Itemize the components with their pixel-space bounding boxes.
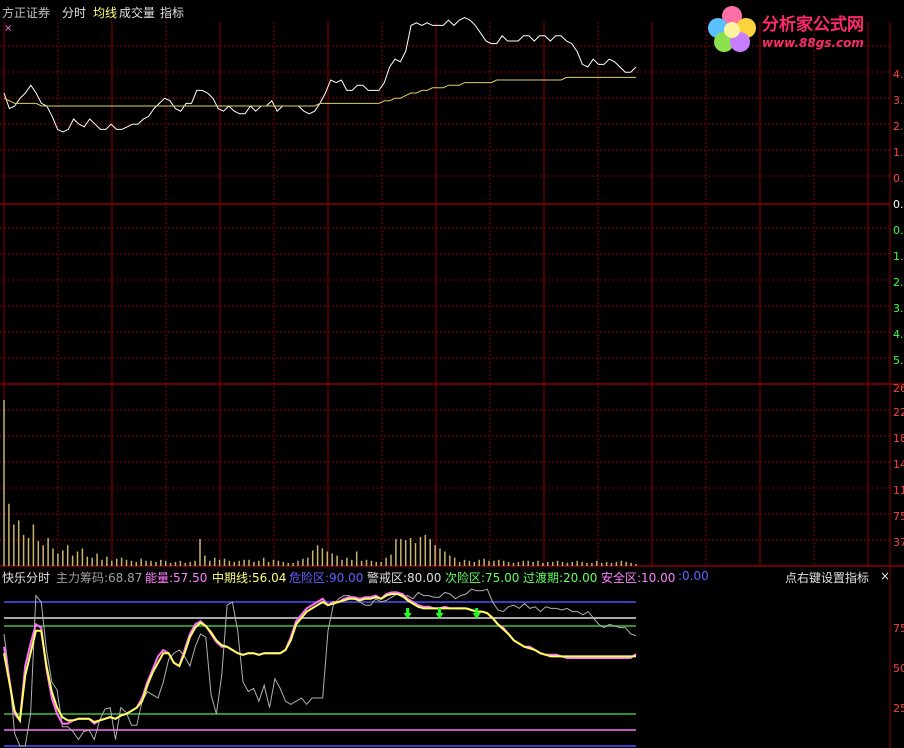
tab-volume[interactable]: 成交量	[119, 4, 155, 21]
price-axis-label: 4.	[893, 328, 904, 341]
broker-name: 方正证券	[2, 6, 51, 20]
tab-moving-average[interactable]: 均线	[93, 4, 117, 21]
watermark-url: www.88gs.com	[762, 36, 864, 50]
price-axis-label: 1.	[893, 250, 904, 263]
volume-axis-label: 26	[893, 382, 904, 395]
tab-intraday[interactable]: 分时	[62, 4, 86, 21]
price-axis-label: 0.	[893, 224, 904, 237]
indicator-name[interactable]: 快乐分时	[2, 569, 50, 586]
tab-indicator[interactable]: 指标	[160, 4, 184, 21]
legend-zero: :0.00	[678, 569, 709, 583]
price-axis-label: 5.	[893, 354, 904, 367]
price-axis-label: 3.	[893, 94, 904, 107]
price-axis-label: 3.	[893, 302, 904, 315]
volume-axis-label: 18	[893, 432, 904, 445]
chart-canvas[interactable]: 4. 3. 2. 1. 0. 0. 0. 1. 2. 3. 4. 5. 26 22 18 14 11 75 37 75…	[0, 0, 904, 748]
price-axis-label: 0.	[893, 172, 904, 185]
series-line-主力筹码	[3, 588, 637, 747]
legend-transition: 过渡期:20.00	[523, 571, 598, 585]
price-axis-label: 2.	[893, 120, 904, 133]
indicator-axis-label: 50	[893, 662, 904, 675]
price-panel-close-icon[interactable]: ×	[4, 23, 12, 34]
price-axis-label: 0.	[893, 198, 904, 211]
price-axis-label: 4.	[893, 68, 904, 81]
set-indicator-hint[interactable]: 点右键设置指标	[785, 569, 869, 586]
volume-axis-label: 14	[893, 458, 904, 471]
indicator-axis-label: 25	[893, 702, 904, 715]
legend-alert-zone: 警戒区:80.00	[367, 571, 442, 585]
volume-axis-label: 11	[893, 484, 904, 497]
indicator-axis-label: 75	[893, 622, 904, 635]
volume-axis-label: 37	[893, 536, 904, 549]
watermark-logo: 分析家公式网 www.88gs.com	[704, 2, 904, 54]
series-line-price	[3, 17, 637, 133]
series-line-能量	[3, 591, 637, 725]
price-axis-label: 2.	[893, 276, 904, 289]
indicator-legend: 快乐分时 主力筹码:68.87 能量:57.50 中期线:56.04 危险区:9…	[0, 568, 904, 586]
flower-logo-icon	[708, 6, 756, 52]
legend-main-chips: 主力筹码:68.87	[56, 571, 143, 585]
legend-safe-zone: 安全区:10.00	[601, 571, 676, 585]
volume-axis-label: 22	[893, 406, 904, 419]
volume-axis-label: 75	[893, 510, 904, 523]
watermark-name: 分析家公式网	[762, 15, 864, 35]
price-axis-label: 1.	[893, 146, 904, 159]
legend-secondary-zone: 次险区:75.00	[445, 571, 520, 585]
series-line-average	[3, 76, 636, 107]
legend-danger-zone: 危险区:90.00	[289, 571, 364, 585]
legend-mid-line: 中期线:56.04	[212, 571, 287, 585]
legend-energy: 能量:57.50	[145, 571, 208, 585]
series-line-中期线	[3, 593, 637, 724]
indicator-close-icon[interactable]: ×	[880, 569, 890, 583]
